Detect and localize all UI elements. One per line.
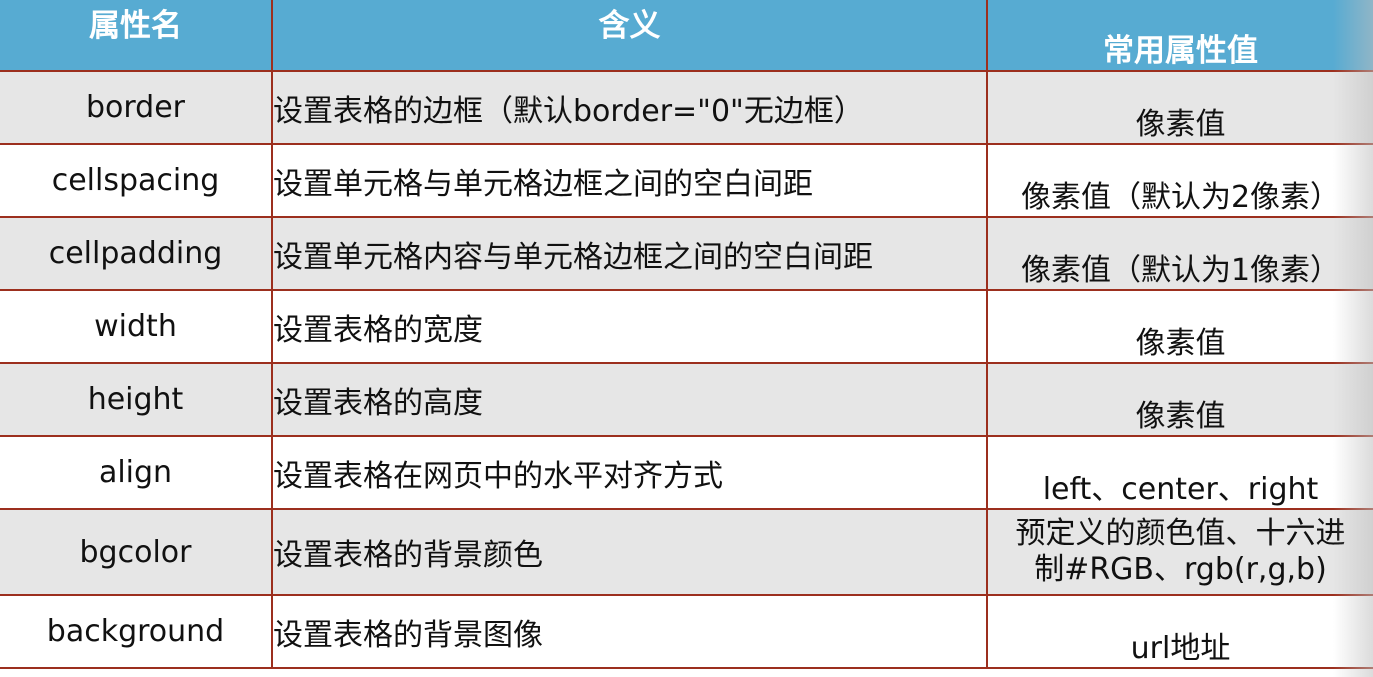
header-common-values: 常用属性值 bbox=[986, 0, 1373, 72]
attribute-values: left、center、right bbox=[986, 435, 1373, 510]
table-row: cellspacing 设置单元格与单元格边框之间的空白间距 像素值（默认为2像… bbox=[0, 143, 1373, 218]
attribute-meaning: 设置表格的背景图像 bbox=[271, 594, 988, 669]
attribute-name: height bbox=[0, 362, 273, 437]
header-meaning: 含义 bbox=[271, 0, 988, 72]
attribute-values: url地址 bbox=[986, 594, 1373, 669]
attribute-values: 像素值 bbox=[986, 289, 1373, 364]
table-row: background 设置表格的背景图像 url地址 bbox=[0, 594, 1373, 669]
attribute-meaning: 设置单元格内容与单元格边框之间的空白间距 bbox=[271, 216, 988, 291]
attribute-name: cellpadding bbox=[0, 216, 273, 291]
attribute-meaning: 设置表格的高度 bbox=[271, 362, 988, 437]
attribute-meaning: 设置表格的边框（默认border="0"无边框） bbox=[271, 70, 988, 145]
attribute-name: bgcolor bbox=[0, 508, 273, 596]
attribute-meaning: 设置单元格与单元格边框之间的空白间距 bbox=[271, 143, 988, 218]
attribute-values: 像素值（默认为2像素） bbox=[986, 143, 1373, 218]
attribute-meaning: 设置表格的背景颜色 bbox=[271, 508, 988, 596]
table-row: border 设置表格的边框（默认border="0"无边框） 像素值 bbox=[0, 70, 1373, 145]
header-row: 属性名 含义 常用属性值 bbox=[0, 0, 1373, 72]
table-row: height 设置表格的高度 像素值 bbox=[0, 362, 1373, 437]
attribute-name: border bbox=[0, 70, 273, 145]
attribute-name: background bbox=[0, 594, 273, 669]
attribute-name: align bbox=[0, 435, 273, 510]
attribute-name: cellspacing bbox=[0, 143, 273, 218]
attribute-values: 像素值（默认为1像素） bbox=[986, 216, 1373, 291]
header-attribute-name: 属性名 bbox=[0, 0, 273, 72]
table-row: width 设置表格的宽度 像素值 bbox=[0, 289, 1373, 364]
table-row: cellpadding 设置单元格内容与单元格边框之间的空白间距 像素值（默认为… bbox=[0, 216, 1373, 291]
attribute-values: 预定义的颜色值、十六进制#RGB、rgb(r,g,b) bbox=[986, 508, 1373, 596]
attribute-values: 像素值 bbox=[986, 362, 1373, 437]
table-row: align 设置表格在网页中的水平对齐方式 left、center、right bbox=[0, 435, 1373, 510]
table-row: bgcolor 设置表格的背景颜色 预定义的颜色值、十六进制#RGB、rgb(r… bbox=[0, 508, 1373, 596]
attribute-values: 像素值 bbox=[986, 70, 1373, 145]
attribute-name: width bbox=[0, 289, 273, 364]
attribute-table: 属性名 含义 常用属性值 border 设置表格的边框（默认border="0"… bbox=[0, 0, 1373, 669]
attribute-meaning: 设置表格在网页中的水平对齐方式 bbox=[271, 435, 988, 510]
attribute-meaning: 设置表格的宽度 bbox=[271, 289, 988, 364]
